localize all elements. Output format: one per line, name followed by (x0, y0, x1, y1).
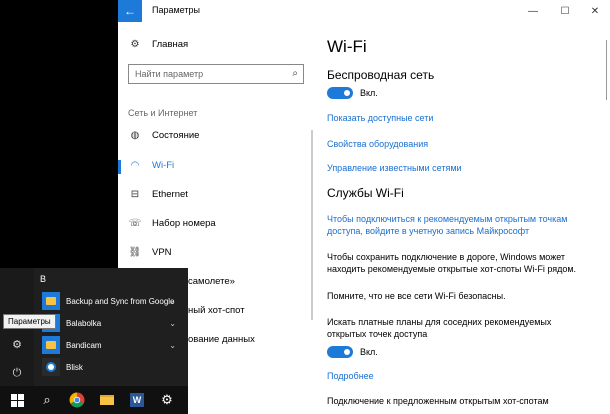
nav-category: Сеть и Интернет (128, 108, 198, 118)
manage-networks-link[interactable]: Управление известными сетями (327, 162, 462, 174)
paid-plans-toggle-label: Вкл. (360, 347, 378, 357)
apps-group-letter: B (40, 274, 47, 284)
sidebar-item-label: Ethernet (152, 189, 188, 200)
suggested-hotspots-text: Подключение к предложенным открытым хот-… (327, 396, 549, 406)
settings-icon[interactable]: ⚙ (0, 333, 34, 355)
info-line1: Чтобы сохранить подключение в дороге, Wi… (327, 252, 566, 262)
gear-icon: ⚙ (130, 39, 140, 50)
app-label: Bandicam (66, 340, 102, 350)
chrome-button[interactable] (62, 386, 92, 414)
sidebar-item-label: Состояние (152, 130, 200, 141)
app-bandicam[interactable]: Bandicam ⌄ (42, 336, 182, 354)
sidebar-item-hotspot[interactable]: ный хот-спот (188, 305, 245, 316)
wifi-icon: ◠ (130, 160, 140, 171)
search-button[interactable]: ⌕ (32, 386, 62, 414)
wifi-toggle[interactable] (327, 87, 353, 99)
paid-plans-text: Искать платные планы для соседних рекоме… (327, 316, 551, 340)
sidebar-item-airplane[interactable]: самолете» (188, 276, 235, 287)
more-link[interactable]: Подробнее (327, 370, 374, 382)
window-title: Параметры (152, 5, 200, 15)
title-bar: ← Параметры — ☐ ✕ (118, 0, 610, 22)
paid-line2: открытых точек доступа (327, 329, 428, 339)
chevron-down-icon: ⌄ (169, 318, 176, 328)
file-explorer-button[interactable] (92, 386, 122, 414)
page-title: Wi-Fi (327, 37, 367, 56)
sidebar-item-status[interactable]: ◍ Состояние (128, 130, 200, 141)
chrome-icon (69, 392, 85, 408)
taskbar: ⌕ W ⚙ (0, 386, 188, 414)
search-placeholder: Найти параметр (135, 69, 204, 79)
app-label: Backup and Sync from Google (66, 296, 175, 306)
scrollbar[interactable] (606, 40, 607, 100)
settings-window: ← Параметры — ☐ ✕ ⚙ Главная Найти параме… (118, 0, 610, 414)
app-backup-sync[interactable]: Backup and Sync from Google ⌄ (42, 292, 182, 310)
nav-home[interactable]: ⚙ Главная (128, 39, 189, 50)
info-text: Чтобы сохранить подключение в дороге, Wi… (327, 251, 576, 275)
info-line2: находить рекомендуемые открытые хот-спот… (327, 264, 577, 274)
reminder-text: Помните, что не все сети Wi-Fi безопасны… (327, 291, 506, 301)
search-icon: ⌕ (292, 68, 298, 79)
sidebar-item-label: Wi-Fi (152, 160, 175, 171)
main-content: Wi-Fi Беспроводная сеть Вкл. Показать до… (324, 22, 610, 414)
sidebar-item-label: самолете» (188, 276, 235, 287)
sidebar-item-label: ный хот-спот (188, 305, 245, 316)
sidebar-item-dialup[interactable]: ☏ Набор номера (128, 218, 216, 229)
word-button[interactable]: W (122, 386, 152, 414)
settings-tooltip: Параметры (3, 314, 56, 329)
sign-in-link-line1: Чтобы подключиться к рекомендуемым откры… (327, 214, 568, 224)
globe-icon: ◍ (130, 130, 140, 141)
wireless-heading: Беспроводная сеть (327, 68, 435, 82)
sidebar-item-label: Набор номера (152, 218, 216, 229)
app-balabolka[interactable]: Balabolka ⌄ (42, 314, 182, 332)
ethernet-icon: ⊟ (130, 189, 140, 200)
sign-in-link-line2: доступа, войдите в учетную запись Майкро… (327, 226, 530, 236)
folder-icon (42, 336, 60, 354)
search-icon: ⌕ (43, 392, 51, 407)
sidebar-item-label: ование данных (188, 334, 255, 345)
services-heading: Службы Wi-Fi (327, 186, 404, 200)
folder-icon (42, 292, 60, 310)
chevron-down-icon: ⌄ (169, 340, 176, 350)
maximize-button[interactable]: ☐ (554, 2, 576, 20)
chevron-down-icon: ⌄ (169, 296, 176, 306)
windows-start-button[interactable] (2, 386, 32, 414)
paid-plans-toggle[interactable] (327, 346, 353, 358)
search-input[interactable]: Найти параметр ⌕ (128, 64, 304, 84)
blisk-icon (42, 358, 60, 376)
close-button[interactable]: ✕ (584, 2, 606, 20)
wifi-toggle-label: Вкл. (360, 88, 378, 98)
minimize-button[interactable]: — (522, 2, 544, 20)
sidebar-item-wifi[interactable]: ◠ Wi-Fi (128, 160, 175, 171)
hardware-properties-link[interactable]: Свойства оборудования (327, 138, 428, 150)
nav-home-label: Главная (152, 39, 189, 50)
back-button[interactable]: ← (118, 0, 142, 22)
word-icon: W (130, 393, 144, 407)
show-networks-link[interactable]: Показать доступные сети (327, 112, 433, 124)
app-label: Blisk (66, 362, 83, 372)
app-blisk[interactable]: Blisk (42, 358, 182, 376)
power-icon[interactable]: ⏻ (0, 362, 34, 384)
sidebar-item-label: VPN (152, 247, 172, 258)
folder-icon (100, 395, 114, 405)
windows-logo-icon (10, 393, 24, 407)
settings-taskbar-button[interactable]: ⚙ (152, 386, 182, 414)
sign-in-link[interactable]: Чтобы подключиться к рекомендуемым откры… (327, 213, 567, 237)
sidebar-item-ethernet[interactable]: ⊟ Ethernet (128, 189, 188, 200)
active-indicator (118, 160, 121, 174)
gear-icon: ⚙ (161, 392, 173, 407)
sidebar-item-vpn[interactable]: ⛓ VPN (128, 247, 172, 258)
panel-separator (311, 130, 313, 320)
paid-line1: Искать платные планы для соседних рекоме… (327, 317, 552, 327)
sidebar-item-data-usage[interactable]: ование данных (188, 334, 255, 345)
dialup-icon: ☏ (128, 218, 142, 229)
vpn-icon: ⛓ (128, 247, 142, 258)
app-label: Balabolka (66, 318, 102, 328)
